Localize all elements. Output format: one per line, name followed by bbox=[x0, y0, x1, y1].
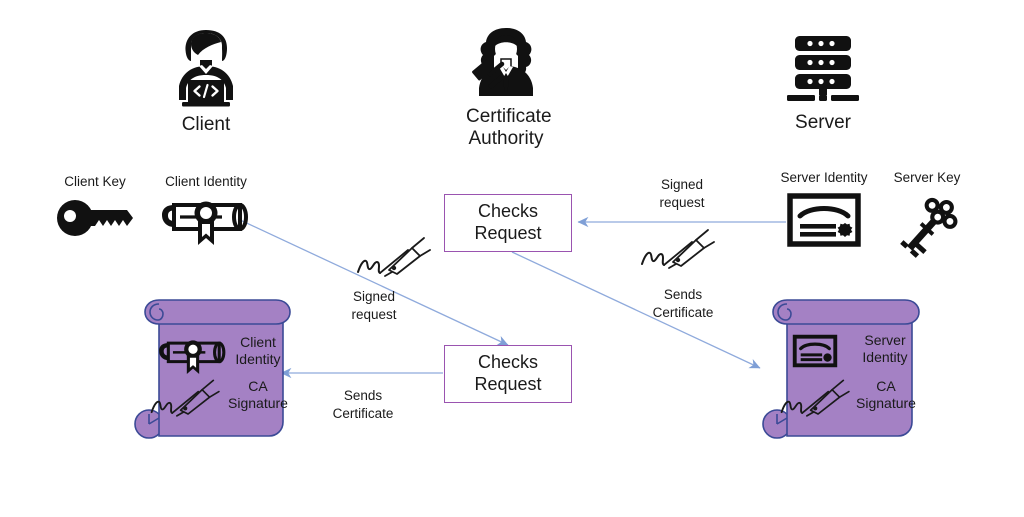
diagram-canvas: Client Certificate Authority Server Clie… bbox=[0, 0, 1024, 517]
server-rack-icon bbox=[787, 36, 859, 101]
scroll-identity-icon-server bbox=[784, 334, 846, 368]
edge-label-sends-certificate-server: Sends Certificate bbox=[636, 286, 730, 321]
actor-certificate-authority: Certificate Authority bbox=[466, 26, 552, 151]
person-with-laptop-icon bbox=[179, 30, 233, 107]
key-icon bbox=[57, 199, 133, 236]
framed-certificate-icon bbox=[787, 193, 861, 247]
asset-server-identity: Server Identity bbox=[772, 170, 876, 247]
asset-client-key: Client Key bbox=[55, 174, 135, 239]
edge-label-signed-request-client: Signed request bbox=[328, 288, 420, 323]
signature-pen-icon bbox=[641, 229, 715, 269]
scroll-signature-label-server: CA Signature bbox=[856, 378, 916, 411]
signature-pen-icon-server-signed bbox=[636, 228, 728, 274]
edge-text-signed-request-client: Signed request bbox=[351, 289, 397, 322]
scroll-identity-label-client: Client Identity bbox=[235, 334, 281, 367]
asset-label-client-identity: Client Identity bbox=[165, 174, 247, 189]
skeleton-key-icon bbox=[900, 197, 958, 258]
edge-label-signed-request-server: Signed request bbox=[636, 176, 728, 211]
checks-request-box-bottom[interactable]: Checks Request bbox=[444, 345, 572, 403]
diploma-scroll-seal-icon bbox=[162, 201, 248, 245]
checks-request-label-top: Checks Request bbox=[474, 201, 542, 243]
diploma-scroll-seal-icon bbox=[159, 340, 226, 374]
asset-label-client-key: Client Key bbox=[64, 174, 126, 189]
signature-pen-icon-client-signed bbox=[352, 236, 444, 282]
scroll-identity-label-server: Server Identity bbox=[862, 332, 908, 365]
framed-certificate-icon bbox=[792, 334, 838, 368]
asset-server-key: Server Key bbox=[884, 170, 970, 267]
actor-label-certificate-authority: Certificate Authority bbox=[466, 106, 552, 150]
server-certificate-scroll[interactable]: Server Identity CA Signature bbox=[752, 296, 927, 448]
asset-client-identity: Client Identity bbox=[158, 174, 254, 249]
judge-with-gavel-icon bbox=[472, 28, 533, 96]
actor-label-client: Client bbox=[181, 114, 231, 135]
asset-label-server-key: Server Key bbox=[893, 170, 961, 185]
edge-text-signed-request-server: Signed request bbox=[659, 177, 705, 210]
client-certificate-scroll[interactable]: Client Identity CA Signature bbox=[128, 296, 298, 448]
scroll-identity-icon-client bbox=[156, 336, 230, 378]
actor-server: Server bbox=[785, 34, 861, 134]
actor-label-server: Server bbox=[795, 112, 851, 133]
edge-label-sends-certificate-client: Sends Certificate bbox=[316, 387, 410, 422]
scroll-signature-label-client: CA Signature bbox=[228, 378, 288, 411]
actor-client: Client bbox=[168, 28, 244, 136]
checks-request-label-bottom: Checks Request bbox=[474, 352, 542, 394]
edge-text-sends-certificate-client: Sends Certificate bbox=[332, 388, 394, 421]
edge-text-sends-certificate-server: Sends Certificate bbox=[652, 287, 714, 320]
signature-pen-icon bbox=[357, 237, 431, 277]
checks-request-box-top[interactable]: Checks Request bbox=[444, 194, 572, 252]
asset-label-server-identity: Server Identity bbox=[780, 170, 868, 185]
scroll-shape bbox=[762, 299, 920, 439]
